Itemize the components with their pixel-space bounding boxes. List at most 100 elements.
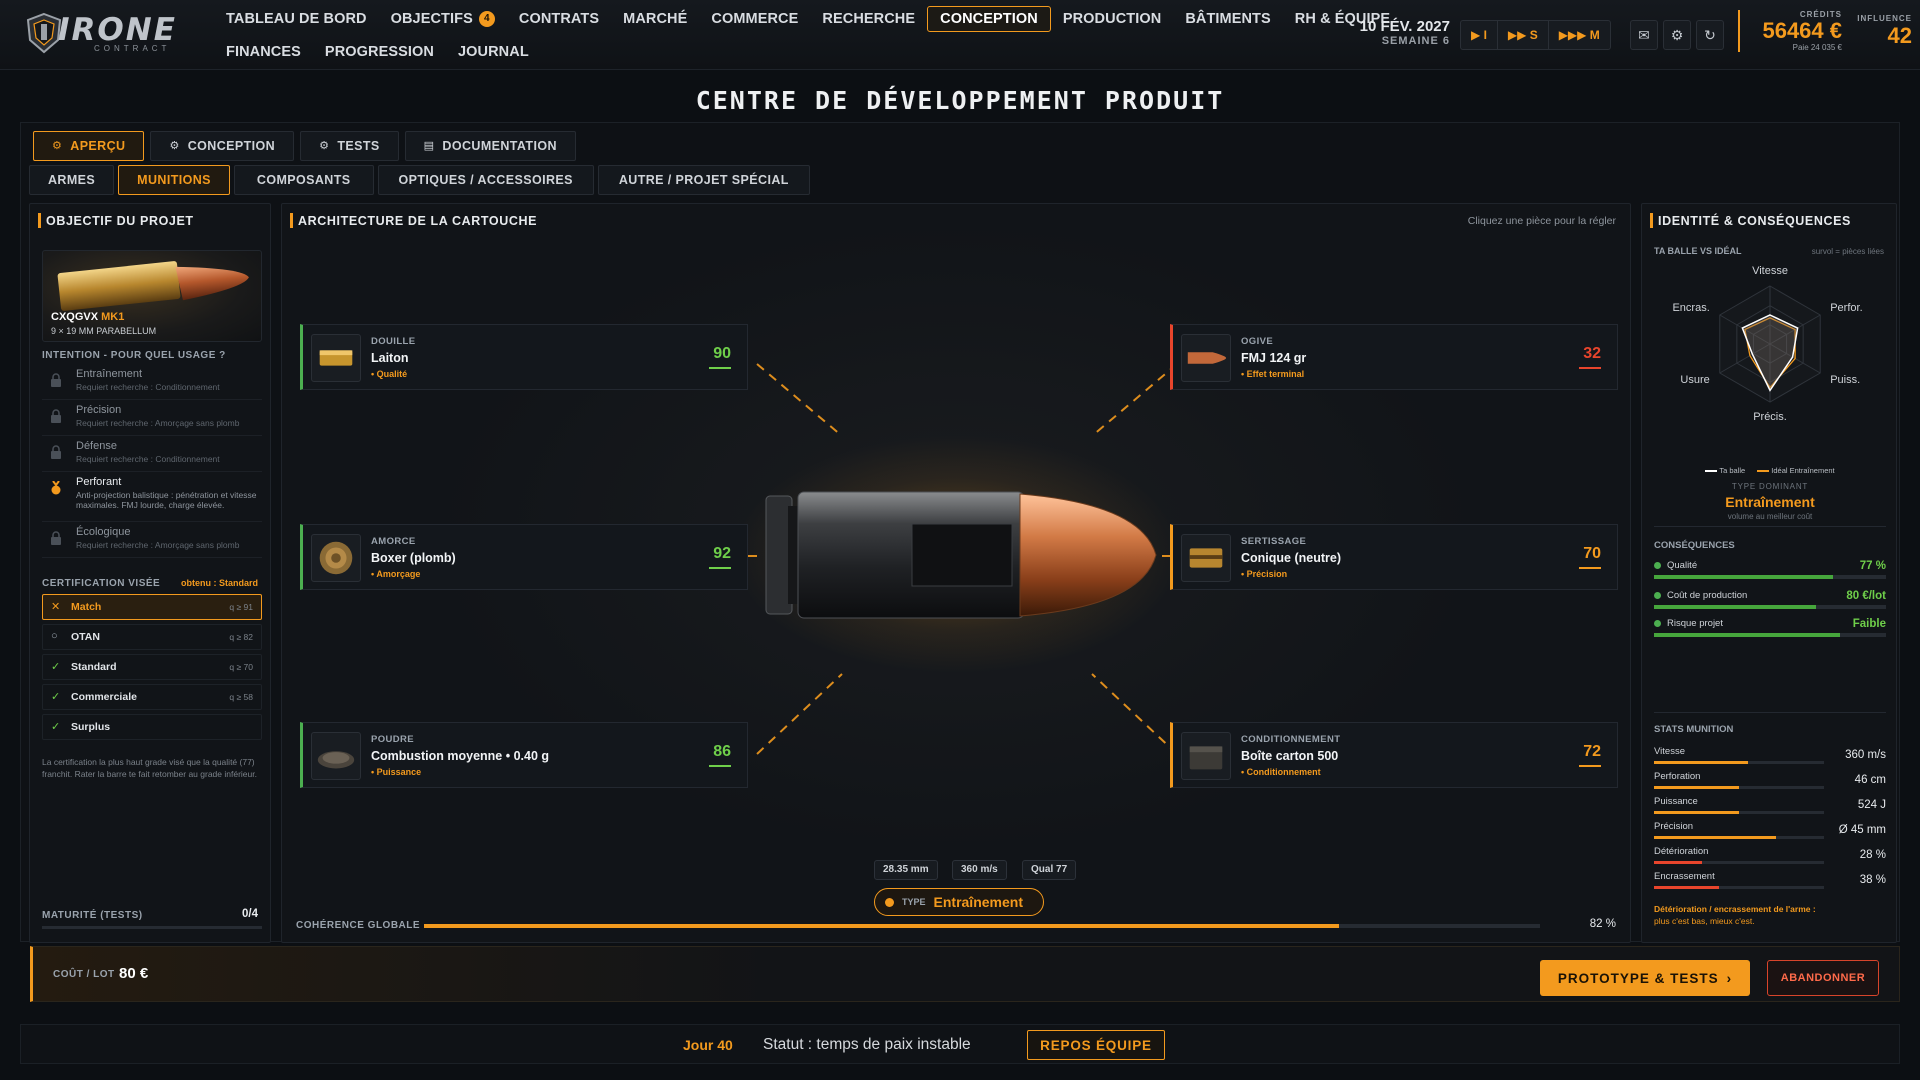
intent-precision[interactable]: Précision Requiert recherche : Amorçage …	[42, 400, 262, 436]
nav-production[interactable]: PRODUCTION	[1051, 6, 1173, 32]
part-amorce[interactable]: AMORCE Boxer (plomb) • Amorçage 92	[300, 524, 748, 590]
product-hero[interactable]: CXQGVX MK1 9 × 19 MM PARABELLUM	[42, 250, 262, 342]
part-value: Boîte carton 500	[1241, 749, 1339, 763]
cartridge-architecture-panel: ARCHITECTURE DE LA CARTOUCHE Cliquez une…	[281, 203, 1631, 943]
consequence-text: Coût de production	[1667, 590, 1748, 601]
intent-name: Précision	[76, 404, 122, 416]
nav-journal[interactable]: JOURNAL	[446, 39, 541, 65]
tab-composants[interactable]: COMPOSANTS	[233, 165, 374, 195]
stat-value: 46 cm	[1854, 774, 1886, 786]
cert-otan[interactable]: ○ OTAN q ≥ 82	[42, 624, 262, 650]
nav-commerce[interactable]: COMMERCE	[699, 6, 810, 32]
credits-display: CRÉDITS 56464 € Paie 24 035 €	[1738, 10, 1842, 52]
part-value: Boxer (plomb)	[371, 551, 456, 565]
gear-icon: ⚙	[1670, 26, 1684, 43]
intent-entrainement[interactable]: Entraînement Requiert recherche : Condit…	[42, 364, 262, 400]
consequence-track	[1654, 633, 1886, 637]
cert-match[interactable]: ✕ Match q ≥ 91	[42, 594, 262, 620]
tab-apercu[interactable]: ⚙ APERÇU	[33, 131, 145, 161]
legend-ideal: Idéal Entraînement	[1757, 466, 1835, 475]
tab-optiques-accessoires[interactable]: OPTIQUES / ACCESSOIRES	[377, 165, 594, 195]
divider	[1654, 712, 1886, 713]
speed-normal-button[interactable]: ▶ I	[1461, 21, 1498, 49]
legend-ideal-text: Idéal Entraînement	[1771, 466, 1835, 475]
day-counter: Jour 40	[683, 1037, 733, 1053]
cert-commerciale[interactable]: ✓ Commerciale q ≥ 58	[42, 684, 262, 710]
coherence-value: 82 %	[1589, 918, 1616, 930]
part-sertissage[interactable]: SERTISSAGE Conique (neutre) • Précision …	[1170, 524, 1618, 590]
app-logo[interactable]: IRONE CONTRACT	[24, 10, 184, 56]
speed-controls: ▶ I ▶▶ S ▶▶▶ M	[1460, 20, 1611, 50]
nav-batiments[interactable]: BÂTIMENTS	[1173, 6, 1282, 32]
part-score-underline	[709, 567, 731, 569]
cert-surplus[interactable]: ✓ Surplus	[42, 714, 262, 740]
product-name: CXQGVX MK1	[51, 311, 124, 323]
stat-puissance: Puissance 524 J	[1654, 796, 1886, 818]
world-status: Statut : temps de paix instable	[763, 1036, 971, 1053]
nav-tableau-de-bord[interactable]: TABLEAU DE BORD	[214, 6, 379, 32]
intent-perforant[interactable]: Perforant Anti-projection balistique : p…	[42, 472, 262, 522]
stats-note-sub: plus c'est bas, mieux c'est.	[1654, 916, 1755, 926]
part-score: 72	[1583, 743, 1601, 760]
part-ogive[interactable]: OGIVE FMJ 124 gr • Effet terminal 32	[1170, 324, 1618, 390]
nav-finances[interactable]: FINANCES	[214, 39, 313, 65]
part-conditionnement[interactable]: CONDITIONNEMENT Boîte carton 500 • Condi…	[1170, 722, 1618, 788]
legend-ball-swatch	[1705, 470, 1718, 473]
stat-track	[1654, 761, 1824, 764]
consequence-name: Risque projet	[1654, 618, 1723, 629]
stat-precision: Précision Ø 45 mm	[1654, 821, 1886, 843]
nav-conception[interactable]: CONCEPTION	[927, 6, 1051, 32]
rest-team-button[interactable]: REPOS ÉQUIPE	[1027, 1030, 1165, 1060]
settings-button[interactable]: ⚙	[1663, 20, 1691, 50]
coherence-fill	[424, 924, 1340, 928]
cost-label: COÛT / LOT	[53, 969, 115, 980]
cert-standard[interactable]: ✓ Standard q ≥ 70	[42, 654, 262, 680]
abandon-button[interactable]: ABANDONNER	[1767, 960, 1879, 996]
nav-label: COMMERCE	[711, 11, 799, 27]
part-poudre[interactable]: POUDRE Combustion moyenne • 0.40 g • Pui…	[300, 722, 748, 788]
influence-display: INFLUENCE 42	[1852, 14, 1912, 49]
cross-icon: ✕	[51, 601, 61, 613]
cert-name: Standard	[71, 661, 117, 673]
part-score-underline	[709, 367, 731, 369]
tab-autre-projet-special[interactable]: AUTRE / PROJET SPÉCIAL	[597, 165, 810, 195]
cert-name: Match	[71, 601, 102, 613]
tab-tests[interactable]: ⚙ TESTS	[300, 131, 399, 161]
intent-defense[interactable]: Défense Requiert recherche : Conditionne…	[42, 436, 262, 472]
speed-fast-button[interactable]: ▶▶ S	[1498, 21, 1549, 49]
objectifs-badge: 4	[478, 11, 495, 27]
radar-axis-label: Précis.	[1753, 411, 1787, 423]
part-value: Laiton	[371, 351, 409, 365]
nav-progression[interactable]: PROGRESSION	[313, 39, 446, 65]
stat-track	[1654, 786, 1824, 789]
part-score: 86	[713, 743, 731, 760]
refresh-button[interactable]: ↻	[1696, 20, 1724, 50]
stat-fill	[1654, 836, 1777, 839]
consequence-fill	[1654, 633, 1840, 637]
tab-conception[interactable]: ⚙ CONCEPTION	[150, 131, 295, 161]
tab-documentation[interactable]: ▤ DOCUMENTATION	[404, 131, 576, 161]
tab-armes[interactable]: ARMES	[29, 165, 115, 195]
legend-ball: Ta balle	[1705, 466, 1745, 475]
mail-button[interactable]: ✉	[1630, 20, 1658, 50]
nav-marche[interactable]: MARCHÉ	[611, 6, 699, 32]
tab-munitions[interactable]: MUNITIONS	[118, 165, 230, 195]
nav-recherche[interactable]: RECHERCHE	[810, 6, 927, 32]
stat-track	[1654, 811, 1824, 814]
part-score-underline	[1579, 765, 1601, 767]
stat-value: 38 %	[1859, 874, 1886, 886]
nav-contrats[interactable]: CONTRATS	[507, 6, 611, 32]
tab-label: TESTS	[337, 139, 380, 153]
divider	[1654, 526, 1886, 527]
stat-name: Précision	[1654, 821, 1694, 832]
bullet-render-icon[interactable]	[762, 484, 1162, 626]
speed-max-button[interactable]: ▶▶▶ M	[1549, 21, 1610, 49]
part-category: CONDITIONNEMENT	[1241, 734, 1341, 745]
velocity-chip: 360 m/s	[952, 860, 1007, 880]
nav-objectifs[interactable]: OBJECTIFS 4	[379, 6, 507, 32]
top-bar: IRONE CONTRACT TABLEAU DE BORD OBJECTIFS…	[0, 0, 1920, 70]
intent-ecologique[interactable]: Écologique Requiert recherche : Amorçage…	[42, 522, 262, 558]
consequences-label: CONSÉQUENCES	[1654, 540, 1735, 551]
part-douille[interactable]: DOUILLE Laiton • Qualité 90	[300, 324, 748, 390]
prototype-tests-button[interactable]: PROTOTYPE & TESTS ›	[1540, 960, 1750, 996]
